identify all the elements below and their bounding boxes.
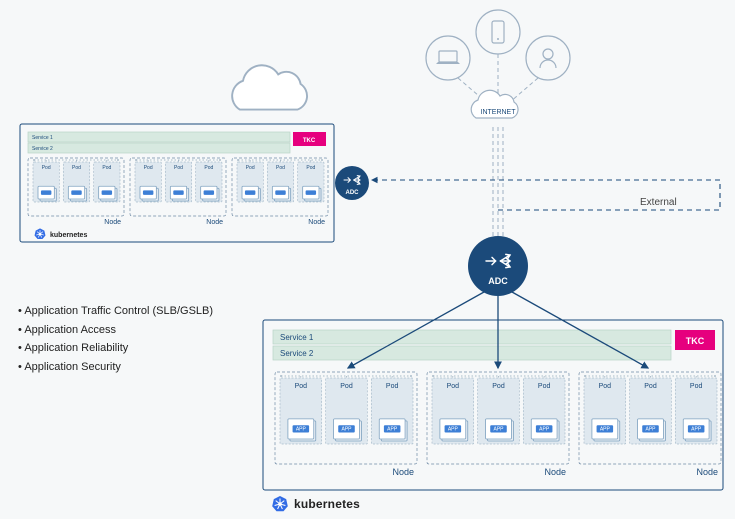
pod-label: Pod: [295, 383, 308, 390]
main-cluster: Service 1 Service 2 TKC Pod APP Pod APP Pod A…: [263, 320, 723, 511]
pod-label: Pod: [276, 165, 285, 171]
bullet-item: Application Security: [18, 358, 213, 377]
node: Pod APP Pod APP Pod APP Node: [579, 372, 721, 477]
user-icon: [540, 49, 556, 68]
pod: Pod: [33, 162, 59, 202]
feature-bullets: Application Traffic Control (SLB/GSLB) A…: [18, 302, 213, 377]
node-label: Node: [392, 467, 414, 477]
pod: Pod APP: [280, 378, 322, 444]
app-badge-label: APP: [645, 426, 656, 432]
pod-label: Pod: [492, 383, 505, 390]
app-badge-label: APP: [600, 426, 611, 432]
svg-text:TKC: TKC: [686, 336, 705, 346]
k8s-wheel-icon: [35, 228, 46, 239]
pod-label: Pod: [340, 383, 353, 390]
pod: Pod: [135, 162, 161, 202]
pod: Pod: [267, 162, 293, 202]
node-label: Node: [308, 219, 325, 226]
app-badge-label: APP: [341, 426, 352, 432]
pod: Pod: [298, 162, 324, 202]
pod: Pod APP: [584, 378, 626, 444]
phone-icon: [492, 21, 504, 43]
node-label: Node: [544, 467, 566, 477]
k8s-label-main: kubernetes: [294, 497, 360, 511]
pod: Pod: [165, 162, 191, 202]
client-phone-circle: [476, 10, 520, 54]
pod-label: Pod: [102, 165, 111, 171]
node-label: Node: [206, 219, 223, 226]
node: Pod APP Pod APP Pod APP Node: [275, 372, 417, 477]
node: Pod Pod Pod Node: [130, 158, 226, 226]
node: Pod Pod Pod Node: [28, 158, 124, 226]
app-badge-label: APP: [448, 426, 459, 432]
bullet-item: Application Access: [18, 321, 213, 340]
pod-label: Pod: [690, 383, 703, 390]
pod-label: Pod: [447, 383, 460, 390]
pod-label: Pod: [306, 165, 315, 171]
app-badge-label: APP: [387, 426, 398, 432]
app-badge-label: APP: [691, 426, 702, 432]
pod: Pod: [63, 162, 89, 202]
bullet-item: Application Reliability: [18, 339, 213, 358]
cloud-icon: [232, 65, 307, 109]
app-badge-label: APP: [539, 426, 550, 432]
laptop-icon: [436, 51, 460, 64]
main-svc2: Service 2: [280, 349, 314, 358]
internet-cloud: INTERNET: [471, 90, 518, 118]
pod: Pod APP: [630, 378, 672, 444]
app-badge-label: APP: [296, 426, 307, 432]
pod: Pod APP: [326, 378, 368, 444]
node: Pod APP Pod APP Pod APP Node: [427, 372, 569, 477]
client-laptop-circle: [426, 36, 470, 80]
pod-label: Pod: [644, 383, 657, 390]
pod: Pod APP: [371, 378, 413, 444]
pod: Pod APP: [675, 378, 717, 444]
node: Pod Pod Pod Node: [232, 158, 328, 226]
svg-text:ADC: ADC: [488, 276, 508, 286]
pod-label: Pod: [42, 165, 51, 171]
client-user-circle: [526, 36, 570, 80]
app-badge-label: APP: [493, 426, 504, 432]
k8s-label-small: kubernetes: [50, 232, 87, 239]
pod-label: Pod: [204, 165, 213, 171]
pod-label: Pod: [144, 165, 153, 171]
pod-label: Pod: [386, 383, 399, 390]
pod: Pod: [94, 162, 120, 202]
main-svc1: Service 1: [280, 333, 314, 342]
external-label: External: [640, 197, 677, 208]
node-label: Node: [104, 219, 121, 226]
pod-label: Pod: [599, 383, 612, 390]
pod-label: Pod: [72, 165, 81, 171]
small-svc1: Service 1: [32, 135, 53, 141]
pod: Pod: [196, 162, 222, 202]
pod: Pod APP: [432, 378, 474, 444]
small-svc2: Service 2: [32, 146, 53, 152]
pod-label: Pod: [538, 383, 551, 390]
pod: Pod APP: [523, 378, 565, 444]
pod: Pod APP: [478, 378, 520, 444]
bullet-item: Application Traffic Control (SLB/GSLB): [18, 302, 213, 321]
node-label: Node: [696, 467, 718, 477]
clients-group: INTERNET: [426, 10, 570, 118]
pod-label: Pod: [246, 165, 255, 171]
adc-big: ADC: [468, 236, 528, 296]
svg-text:ADC: ADC: [346, 190, 360, 196]
svg-text:TKC: TKC: [303, 138, 316, 144]
small-cluster: Service 1 Service 2 TKC PodPodPodNodePod…: [20, 65, 334, 242]
k8s-wheel-icon: [272, 496, 288, 511]
pod: Pod: [237, 162, 263, 202]
internet-label: INTERNET: [481, 109, 517, 116]
adc-small: ADC: [335, 166, 369, 200]
pod-label: Pod: [174, 165, 183, 171]
